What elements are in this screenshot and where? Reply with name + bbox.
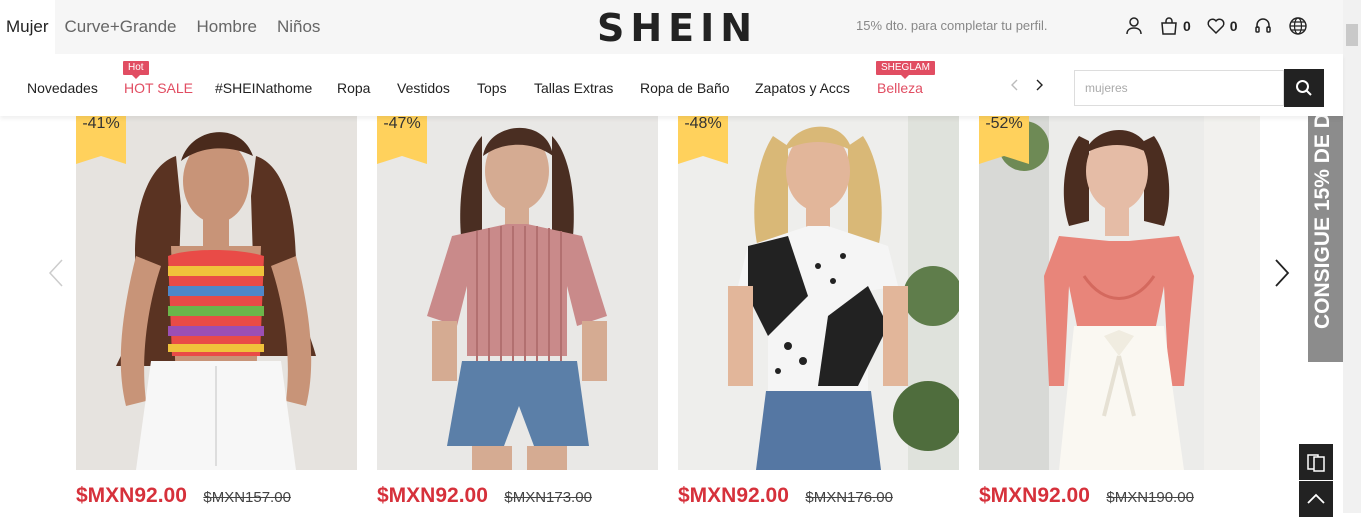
nav-vestidos[interactable]: Vestidos bbox=[397, 80, 450, 96]
search-icon bbox=[1296, 80, 1312, 96]
chevron-left-icon bbox=[1011, 79, 1018, 91]
product-image[interactable]: -47% bbox=[377, 116, 658, 470]
wishlist-button[interactable]: 0 bbox=[1206, 16, 1238, 36]
coupon-icon bbox=[1307, 454, 1325, 472]
headset-icon[interactable] bbox=[1253, 16, 1273, 36]
nav-zapatos-accs[interactable]: Zapatos y Accs bbox=[755, 80, 850, 96]
carousel-prev-arrow[interactable] bbox=[48, 258, 64, 293]
nav-tallas-extras[interactable]: Tallas Extras bbox=[534, 80, 613, 96]
discount-badge: -48% bbox=[678, 116, 728, 164]
carousel-next-arrow[interactable] bbox=[1274, 258, 1290, 293]
bag-icon bbox=[1159, 16, 1179, 36]
tab-hombre[interactable]: Hombre bbox=[187, 0, 267, 54]
nav-sheinathome[interactable]: #SHEINathome bbox=[215, 80, 312, 96]
product-card[interactable]: -48% $MXN92.00 $MXN176.00 bbox=[678, 116, 959, 507]
discount-badge: -47% bbox=[377, 116, 427, 164]
chevron-right-icon bbox=[1036, 79, 1043, 91]
hot-badge: Hot bbox=[123, 61, 149, 79]
sheglam-badge: SHEGLAM bbox=[876, 61, 935, 79]
product-card[interactable]: -47% $MXN92.00 $MXN173.00 bbox=[377, 116, 658, 507]
nav-belleza[interactable]: Belleza bbox=[877, 80, 923, 96]
discount-badge: -41% bbox=[76, 116, 126, 164]
cart-count: 0 bbox=[1183, 18, 1191, 34]
profile-promo-text[interactable]: 15% dto. para completar tu perfil. bbox=[856, 18, 1048, 33]
header-icons: 0 0 bbox=[1124, 16, 1323, 36]
back-to-top-button[interactable] bbox=[1299, 481, 1333, 517]
nav-prev-arrow[interactable] bbox=[1011, 78, 1019, 96]
chevron-right-icon bbox=[1275, 259, 1290, 287]
nav-next-arrow[interactable] bbox=[1035, 78, 1043, 96]
product-card[interactable]: -41% $MXN92.00 $MXN157.00 bbox=[76, 116, 357, 507]
nav-hot-sale[interactable]: HOT SALE bbox=[124, 80, 193, 96]
nav-tops[interactable]: Tops bbox=[477, 80, 507, 96]
scrollbar-thumb[interactable] bbox=[1346, 24, 1358, 46]
side-promo-text: CONSIGUE 15% DE D bbox=[1311, 116, 1334, 329]
product-card[interactable]: -52% $MXN92.00 $MXN190.00 bbox=[979, 116, 1260, 507]
cart-button[interactable]: 0 bbox=[1159, 16, 1191, 36]
nav-novedades[interactable]: Novedades bbox=[27, 80, 98, 96]
chevron-left-icon bbox=[48, 259, 63, 287]
product-price: $MXN92.00 bbox=[76, 484, 187, 507]
side-promo-tab[interactable]: CONSIGUE 15% DE D bbox=[1308, 116, 1343, 362]
user-icon[interactable] bbox=[1124, 16, 1144, 36]
product-old-price: $MXN157.00 bbox=[203, 489, 291, 506]
tab-curve-grande[interactable]: Curve+Grande bbox=[55, 0, 187, 54]
gender-tabs: Mujer Curve+Grande Hombre Niños bbox=[0, 0, 330, 54]
tab-mujer[interactable]: Mujer bbox=[0, 0, 55, 54]
top-bar: Mujer Curve+Grande Hombre Niños SHEIN 15… bbox=[0, 0, 1343, 54]
search-input[interactable] bbox=[1074, 70, 1284, 106]
product-image[interactable]: -48% bbox=[678, 116, 959, 470]
search-button[interactable] bbox=[1284, 69, 1324, 107]
product-image[interactable]: -52% bbox=[979, 116, 1260, 470]
product-old-price: $MXN173.00 bbox=[504, 489, 592, 506]
product-old-price: $MXN190.00 bbox=[1106, 489, 1194, 506]
nav-ropa-de-bano[interactable]: Ropa de Baño bbox=[640, 80, 730, 96]
tab-ninos[interactable]: Niños bbox=[267, 0, 330, 54]
product-old-price: $MXN176.00 bbox=[805, 489, 893, 506]
heart-icon bbox=[1206, 16, 1226, 36]
nav-ropa[interactable]: Ropa bbox=[337, 80, 370, 96]
discount-badge: -52% bbox=[979, 116, 1029, 164]
product-price: $MXN92.00 bbox=[678, 484, 789, 507]
globe-icon[interactable] bbox=[1288, 16, 1308, 36]
product-price: $MXN92.00 bbox=[377, 484, 488, 507]
product-image[interactable]: -41% bbox=[76, 116, 357, 470]
category-nav: Novedades Hot HOT SALE #SHEINathome Ropa… bbox=[0, 54, 1343, 116]
shein-logo[interactable]: SHEIN bbox=[597, 6, 758, 50]
product-price: $MXN92.00 bbox=[979, 484, 1090, 507]
chevron-up-icon bbox=[1307, 493, 1325, 504]
wishlist-count: 0 bbox=[1229, 18, 1238, 34]
page-scrollbar[interactable] bbox=[1343, 0, 1361, 513]
coupon-button[interactable] bbox=[1299, 444, 1333, 480]
